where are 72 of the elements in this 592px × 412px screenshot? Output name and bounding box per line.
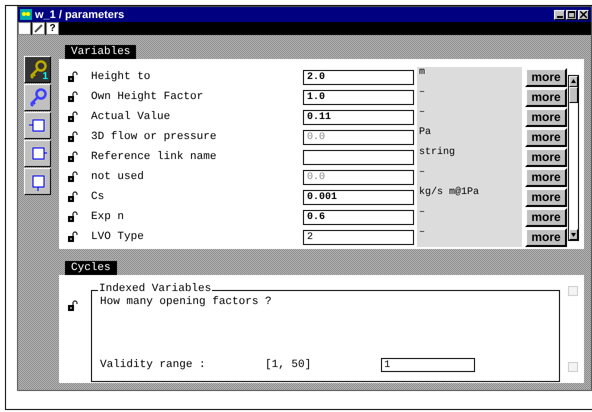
padlock-icon[interactable]	[67, 131, 79, 143]
maximize-icon	[568, 11, 575, 18]
padlock-icon[interactable]	[67, 191, 79, 203]
value-field[interactable]: 2.0	[303, 70, 414, 84]
key-tool-button[interactable]	[24, 84, 51, 111]
unit-text: m	[417, 67, 522, 87]
padlock-icon[interactable]	[67, 71, 79, 83]
padlock-icon[interactable]	[67, 211, 79, 223]
more-button[interactable]: more	[525, 208, 567, 226]
more-button[interactable]: more	[525, 68, 567, 86]
unit-text: –	[417, 87, 522, 107]
up-arrow-icon	[571, 79, 576, 84]
scroll-up-button[interactable]	[569, 76, 578, 87]
scroll-down-button[interactable]	[569, 229, 578, 240]
padlock-icon[interactable]	[67, 151, 79, 163]
range-text: [1, 50]	[265, 359, 312, 371]
value-field[interactable]: 1.0	[303, 90, 414, 104]
variable-label: Actual Value	[91, 111, 172, 123]
more-button[interactable]: more	[525, 188, 567, 206]
unit-text: –	[417, 107, 522, 127]
variable-label: Height to	[91, 71, 152, 83]
variable-label: Reference link name	[91, 151, 218, 163]
unit-text: Pa	[417, 127, 522, 147]
padlock-icon[interactable]	[67, 91, 79, 103]
key-icon	[28, 88, 48, 108]
padlock-icon[interactable]	[67, 300, 79, 312]
port-tool-button[interactable]	[24, 112, 51, 139]
maximize-button[interactable]	[566, 10, 577, 20]
section-tab[interactable]: Cycles	[65, 261, 117, 275]
more-button[interactable]: more	[525, 228, 567, 246]
window-title: w_1 / parameters	[35, 8, 126, 20]
minimize-button[interactable]	[554, 10, 565, 20]
app-icon	[20, 9, 32, 20]
variable-label: Own Height Factor	[91, 91, 204, 103]
down-arrow-icon	[571, 232, 576, 237]
key-icon	[28, 60, 48, 80]
value-field[interactable]: 0.11	[303, 110, 414, 124]
help-button[interactable]: ?	[46, 22, 59, 35]
padlock-icon[interactable]	[67, 171, 79, 183]
pen-icon	[34, 24, 43, 33]
close-button[interactable]	[578, 10, 589, 20]
port-tool-button[interactable]	[24, 140, 51, 167]
variable-label: 3D flow or pressure	[91, 131, 218, 143]
padlock-icon[interactable]	[67, 231, 79, 243]
more-button[interactable]: more	[525, 108, 567, 126]
unit-text: –	[417, 207, 522, 227]
port-tool-button[interactable]	[24, 168, 51, 195]
variable-label: Exp n	[91, 211, 126, 223]
count-input[interactable]: 1	[381, 358, 476, 372]
unit-text: –	[417, 167, 522, 187]
close-icon	[580, 11, 587, 18]
unit-text: kg/s m@1Pa	[417, 187, 522, 207]
scrollbar[interactable]	[568, 75, 579, 241]
range-label: Validity range :	[100, 359, 207, 371]
variable-label: not used	[91, 171, 145, 183]
section-tab[interactable]: Variables	[65, 45, 136, 59]
pen-button[interactable]	[32, 22, 45, 35]
more-button[interactable]: more	[525, 88, 567, 106]
value-field[interactable]	[303, 150, 414, 164]
value-field[interactable]: 0.6	[303, 210, 414, 224]
padlock-icon[interactable]	[67, 111, 79, 123]
key-tool-button[interactable]: 1	[24, 56, 51, 83]
variable-label: LVO Type	[91, 231, 145, 243]
variable-label: Cs	[91, 191, 106, 203]
unit-text: string	[417, 147, 522, 167]
scroll-thumb[interactable]	[569, 87, 578, 103]
value-field[interactable]: 0.001	[303, 190, 414, 204]
value-field[interactable]: 2	[303, 230, 414, 244]
unit-text: –	[417, 227, 522, 247]
blank-button[interactable]	[18, 22, 31, 35]
more-button[interactable]: more	[525, 148, 567, 166]
question-text: How many opening factors ?	[100, 296, 273, 308]
